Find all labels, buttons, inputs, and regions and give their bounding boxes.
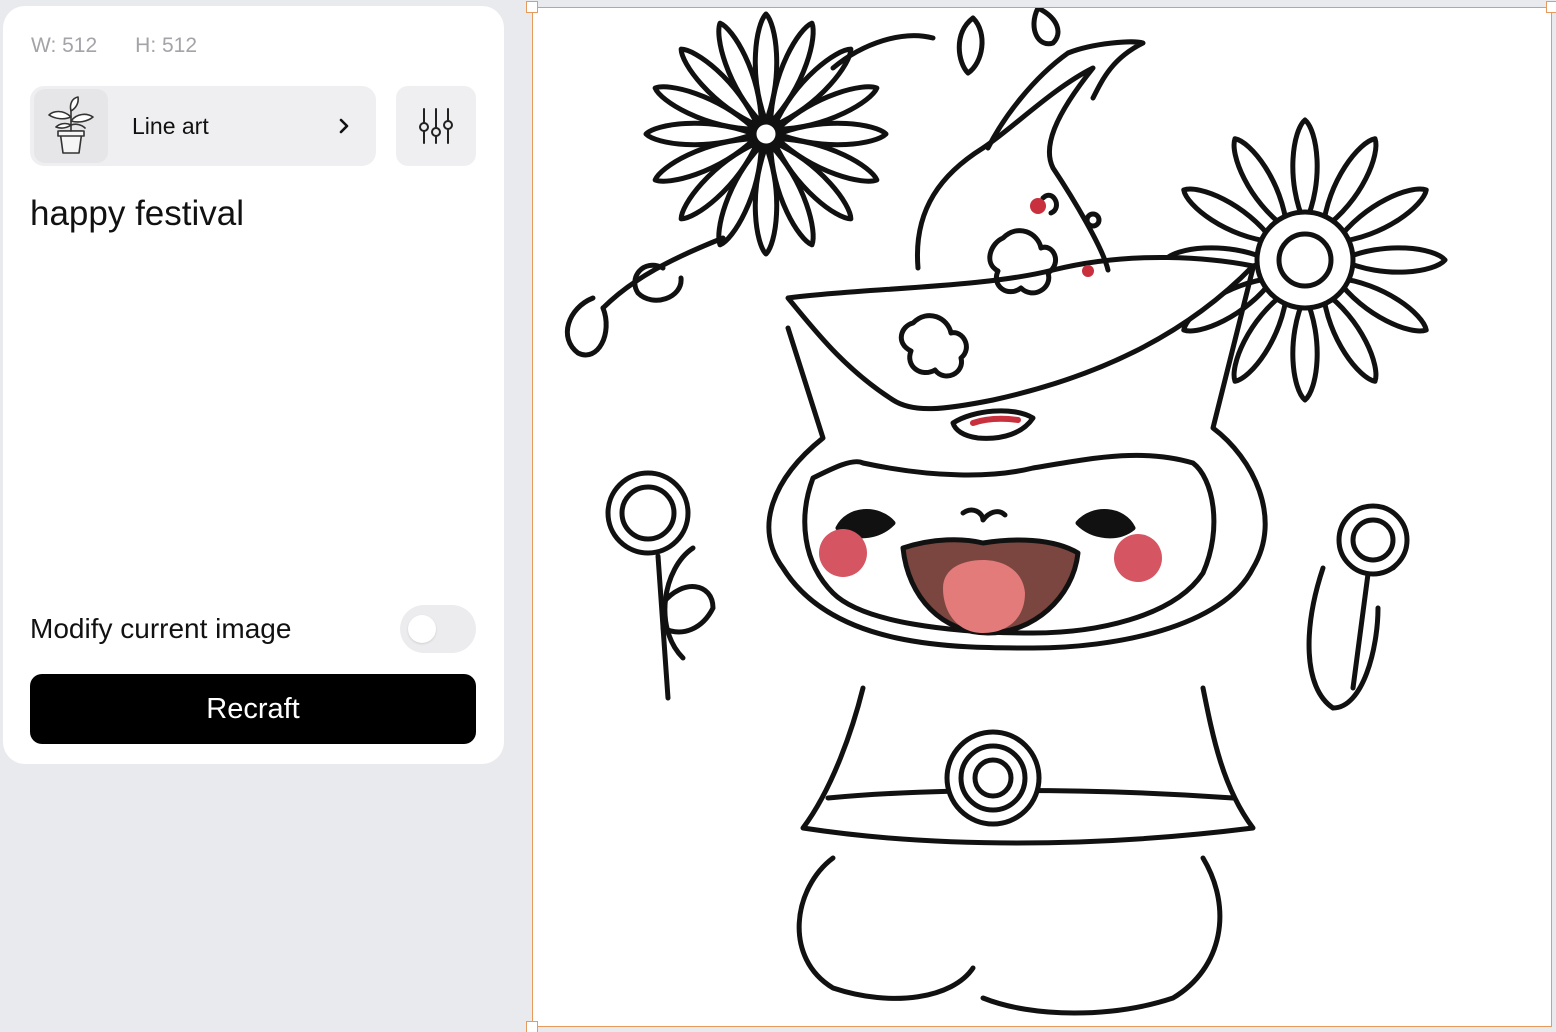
- modify-row: Modify current image: [30, 604, 476, 654]
- style-selector-button[interactable]: Line art: [30, 86, 376, 166]
- style-label: Line art: [132, 112, 209, 139]
- dimensions: W: 512 H: 512: [31, 34, 197, 58]
- generation-panel: W: 512 H: 512 Line art happy festival Mo…: [3, 6, 504, 764]
- canvas-image-frame[interactable]: [526, 1, 1556, 1032]
- modify-label: Modify current image: [30, 613, 292, 644]
- recraft-button[interactable]: Recraft: [30, 674, 476, 744]
- prompt-input[interactable]: happy festival: [30, 192, 476, 562]
- modify-toggle[interactable]: [400, 605, 476, 653]
- hat-illustration: [785, 39, 1256, 441]
- generated-image: [564, 8, 1448, 1016]
- height-label[interactable]: H: 512: [135, 34, 197, 58]
- settings-button[interactable]: [396, 86, 476, 166]
- sliders-icon: [419, 108, 453, 144]
- potted-plant-icon: [34, 89, 108, 163]
- app: W: 512 H: 512 Line art happy festival Mo…: [0, 0, 1556, 1032]
- chevron-right-icon: [339, 118, 349, 134]
- width-label[interactable]: W: 512: [31, 34, 97, 58]
- toggle-knob: [408, 615, 436, 643]
